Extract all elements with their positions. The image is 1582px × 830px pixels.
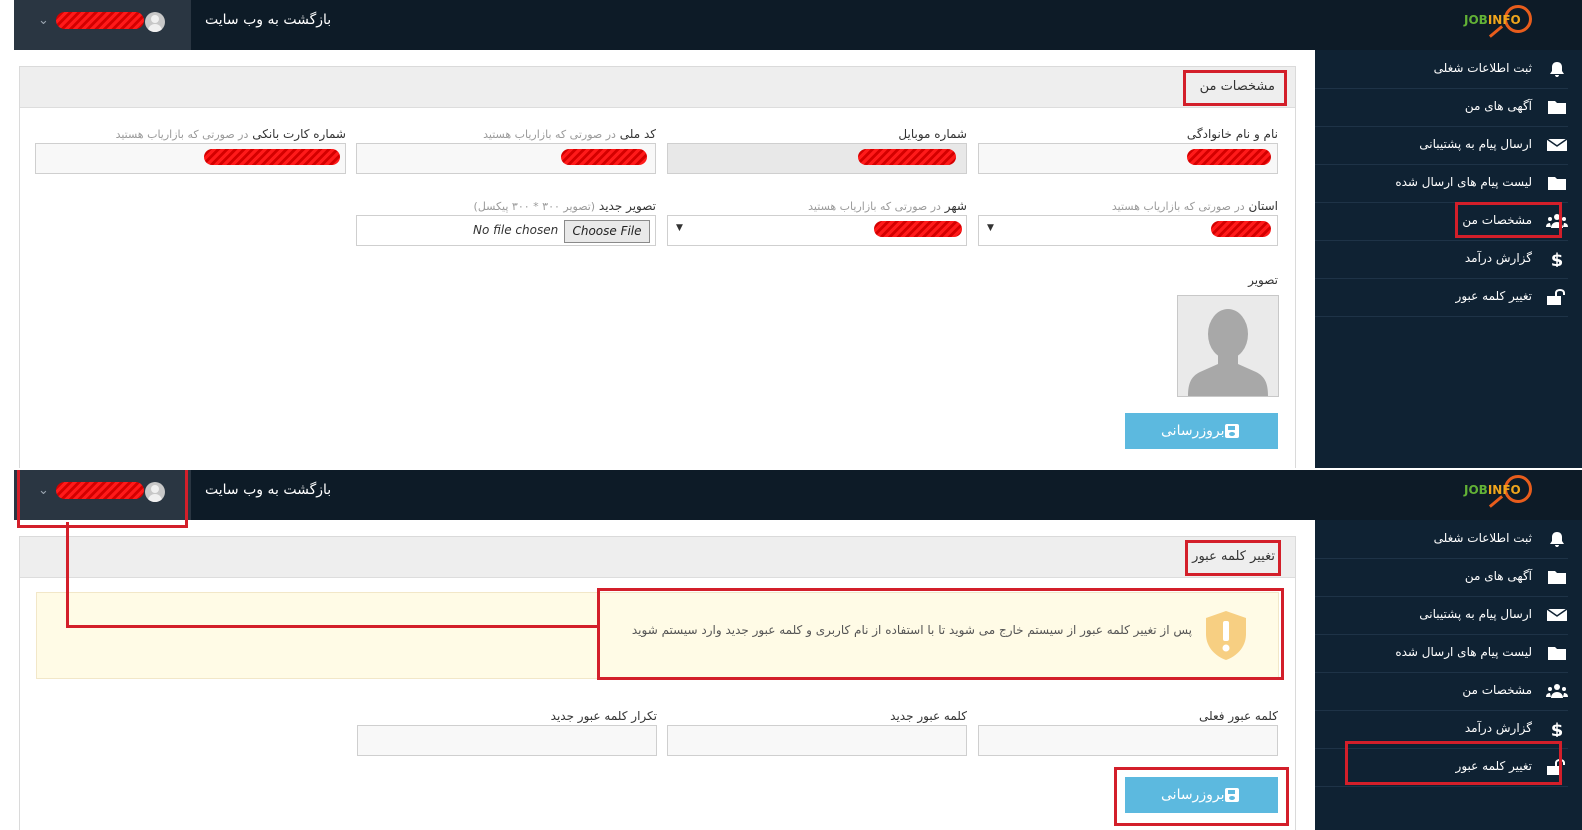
- highlight-change-password-menu: [1345, 741, 1562, 785]
- highlight-profile-menu: [1455, 202, 1562, 238]
- bell-icon: [1550, 532, 1564, 547]
- repeat-password-input[interactable]: [357, 725, 657, 756]
- folder-icon: [1548, 571, 1566, 584]
- profile-update-button[interactable]: بروزرسانی: [1125, 413, 1278, 449]
- sidebar-item-income-report[interactable]: $ گزارش درآمد: [1315, 240, 1568, 279]
- image-label: تصویر: [1248, 273, 1278, 287]
- sidebar-item-job-info[interactable]: ثبت اطلاعات شغلی: [1315, 520, 1568, 559]
- top-navbar: ⌄ بازگشت به وب سایت JOBINFO: [14, 470, 1582, 520]
- profile-image: [1177, 295, 1279, 397]
- sidebar-item-sent-messages[interactable]: لیست پیام های ارسال شده: [1315, 164, 1568, 203]
- sidebar-item-contact-support[interactable]: ارسال پیام به پشتیبانی: [1315, 126, 1568, 165]
- jobinfo-logo[interactable]: JOBINFO: [1464, 474, 1536, 514]
- user-menu[interactable]: ⌄: [14, 0, 191, 50]
- sidebar-item-my-profile[interactable]: مشخصات من: [1315, 672, 1568, 711]
- file-status: No file chosen: [473, 223, 559, 237]
- profile-screen: ⌄ بازگشت به وب سایت JOBINFO ثبت اطلاعات …: [0, 0, 1582, 468]
- user-avatar-icon: [145, 12, 165, 32]
- bank-card-input[interactable]: [35, 143, 346, 174]
- dollar-icon: $: [1551, 251, 1564, 267]
- file-input[interactable]: No file chosen Choose File: [356, 215, 656, 246]
- change-password-panel: تغییر کلمه عبور پس از تغییر کلمه عبور از…: [19, 536, 1296, 830]
- envelope-icon: [1546, 608, 1568, 621]
- back-to-website-link[interactable]: بازگشت به وب سایت: [205, 0, 331, 44]
- annotation-connector: [66, 522, 69, 628]
- bell-icon: [1550, 62, 1564, 77]
- sidebar-item-job-info[interactable]: ثبت اطلاعات شغلی: [1315, 50, 1568, 89]
- select-arrow-icon: ▼: [676, 223, 683, 233]
- dollar-icon: $: [1551, 721, 1564, 737]
- highlight-profile-title: [1183, 70, 1287, 106]
- sidebar-item-my-ads[interactable]: آگهی های من: [1315, 88, 1568, 127]
- highlight-user-menu: [17, 470, 188, 528]
- users-icon: [1546, 684, 1568, 698]
- unlock-icon: [1547, 289, 1565, 305]
- highlight-update-button: [1114, 767, 1289, 826]
- mobile-input[interactable]: [667, 143, 967, 174]
- top-navbar: ⌄ بازگشت به وب سایت JOBINFO: [14, 0, 1582, 50]
- city-select[interactable]: ▼: [667, 215, 967, 246]
- envelope-icon: [1546, 138, 1568, 151]
- chevron-down-icon: ⌄: [38, 13, 49, 28]
- province-select[interactable]: ▼: [978, 215, 1278, 246]
- sidebar: ثبت اطلاعات شغلی آگهی های من ارسال پیام …: [1315, 50, 1582, 468]
- profile-panel-header: مشخصات من: [20, 67, 1295, 108]
- redacted-username: [56, 12, 144, 29]
- sidebar-item-change-password[interactable]: تغییر کلمه عبور: [1315, 278, 1568, 317]
- folder-icon: [1548, 647, 1566, 660]
- svg-text:$: $: [1551, 251, 1564, 267]
- highlight-warning-alert: [597, 588, 1284, 680]
- sidebar-item-sent-messages[interactable]: لیست پیام های ارسال شده: [1315, 634, 1568, 673]
- annotation-connector: [66, 625, 599, 628]
- highlight-password-title: [1185, 540, 1281, 576]
- back-to-website-link[interactable]: بازگشت به وب سایت: [205, 470, 331, 514]
- jobinfo-logo[interactable]: JOBINFO: [1464, 4, 1536, 44]
- choose-file-button[interactable]: Choose File: [564, 220, 650, 243]
- select-arrow-icon: ▼: [987, 223, 994, 233]
- change-password-screen: ⌄ بازگشت به وب سایت JOBINFO ثبت اطلاعات …: [0, 470, 1582, 830]
- sidebar-item-my-ads[interactable]: آگهی های من: [1315, 558, 1568, 597]
- national-code-input[interactable]: [356, 143, 656, 174]
- sidebar-item-contact-support[interactable]: ارسال پیام به پشتیبانی: [1315, 596, 1568, 635]
- change-password-panel-header: تغییر کلمه عبور: [20, 537, 1295, 578]
- folder-icon: [1548, 101, 1566, 114]
- sidebar: ثبت اطلاعات شغلی آگهی های من ارسال پیام …: [1315, 520, 1582, 830]
- svg-text:$: $: [1551, 721, 1564, 737]
- save-icon: [1225, 424, 1239, 438]
- profile-panel: مشخصات من نام و نام خانوادگی شماره موبای…: [19, 66, 1296, 468]
- folder-icon: [1548, 177, 1566, 190]
- current-password-input[interactable]: [978, 725, 1278, 756]
- full-name-input[interactable]: [978, 143, 1278, 174]
- new-password-input[interactable]: [667, 725, 967, 756]
- user-silhouette-icon: [1188, 309, 1268, 396]
